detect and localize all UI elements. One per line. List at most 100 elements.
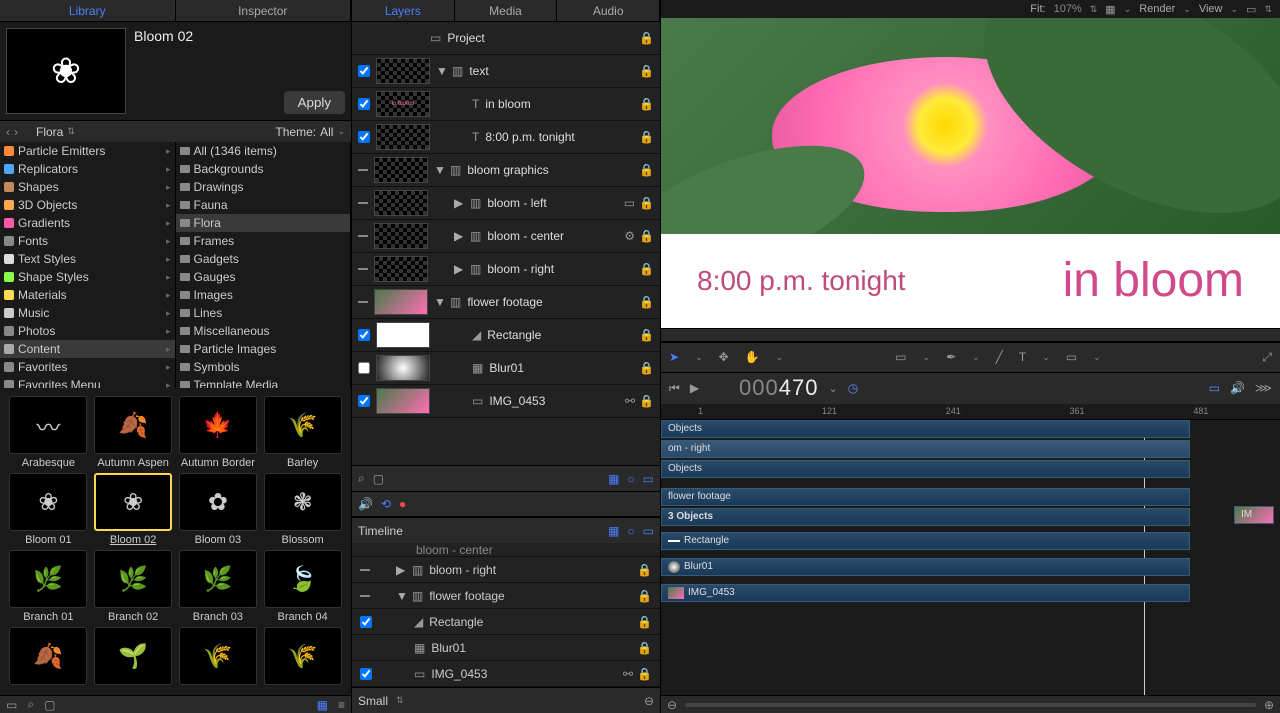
subcategory-item[interactable]: Gadgets <box>176 250 351 268</box>
tab-library[interactable]: Library <box>0 0 176 21</box>
category-item[interactable]: Content▸ <box>0 340 175 358</box>
subcategory-item[interactable]: Backgrounds <box>176 160 351 178</box>
library-thumb[interactable]: ✿Bloom 03 <box>178 473 259 546</box>
marker-icon[interactable]: ▭ <box>1209 381 1220 395</box>
library-thumb[interactable]: ❀Bloom 01 <box>8 473 89 546</box>
library-thumb[interactable]: 🍂Autumn Aspen <box>93 396 174 469</box>
timeline-clip[interactable]: om - right <box>661 440 1190 458</box>
category-item[interactable]: Shapes▸ <box>0 178 175 196</box>
lock-icon[interactable]: 🔒 <box>639 163 654 177</box>
lock-icon[interactable]: 🔒 <box>639 31 654 45</box>
layer-visible-checkbox[interactable] <box>358 98 370 110</box>
category-item[interactable]: Gradients▸ <box>0 214 175 232</box>
category-item[interactable]: Photos▸ <box>0 322 175 340</box>
layer-row[interactable]: ◢Rectangle🔒 <box>352 319 660 352</box>
chevron-down-icon[interactable]: ⌄ <box>1231 4 1239 15</box>
lock-icon[interactable]: 🔒 <box>639 328 654 342</box>
category-item[interactable]: Music▸ <box>0 304 175 322</box>
play-icon[interactable]: ▶ <box>690 381 699 395</box>
timeline-clip[interactable]: IM <box>1234 506 1274 524</box>
layer-mixed-indicator[interactable] <box>358 169 368 171</box>
render-menu[interactable]: Render <box>1139 3 1175 15</box>
lock-icon[interactable]: 🔒 <box>639 196 654 210</box>
audio-icon[interactable]: 🔊 <box>358 497 373 511</box>
search-icon[interactable]: ⌕ <box>27 697 34 712</box>
theme-value[interactable]: All <box>320 125 333 139</box>
subcategory-item[interactable]: Flora <box>176 214 351 232</box>
breadcrumb-path[interactable]: Flora <box>36 125 63 139</box>
folder-icon[interactable]: ▭ <box>6 698 17 712</box>
library-thumb[interactable]: 〰Arabesque <box>8 396 89 469</box>
timeline-row[interactable]: ▶▥bloom - right🔒 <box>352 557 660 583</box>
lock-icon[interactable]: 🔒 <box>639 97 654 111</box>
layer-mixed-indicator[interactable] <box>358 268 368 270</box>
timeline-clip[interactable]: flower footage <box>661 488 1190 506</box>
subcategory-item[interactable]: All (1346 items) <box>176 142 351 160</box>
apply-button[interactable]: Apply <box>284 91 345 114</box>
size-label[interactable]: Small <box>358 694 388 708</box>
zoom-out-icon[interactable]: ⊖ <box>667 698 677 712</box>
subcategory-item[interactable]: Miscellaneous <box>176 322 351 340</box>
category-item[interactable]: Fonts▸ <box>0 232 175 250</box>
library-thumb[interactable]: 🍃Branch 04 <box>262 550 343 623</box>
timeline-row[interactable]: ▦Blur01🔒 <box>352 635 660 661</box>
tab-audio[interactable]: Audio <box>557 0 660 21</box>
loop-icon[interactable]: ⟲ <box>381 497 391 511</box>
transform-tool-icon[interactable]: ✥ <box>719 350 729 364</box>
layer-row[interactable]: ▶▥bloom - right🔒 <box>352 253 660 286</box>
disclosure-triangle-icon[interactable]: ▼ <box>434 295 444 309</box>
layer-mixed-indicator[interactable] <box>358 202 368 204</box>
audio-icon[interactable]: 🔊 <box>1230 381 1245 395</box>
layer-visible-checkbox[interactable] <box>358 395 370 407</box>
timecode-display[interactable]: 000470 <box>739 375 818 401</box>
category-item[interactable]: Shape Styles▸ <box>0 268 175 286</box>
color-channel-icon[interactable]: ▦ <box>1105 3 1115 16</box>
layer-visible-checkbox[interactable] <box>358 131 370 143</box>
timeline-clip[interactable]: Blur01 <box>661 558 1190 576</box>
chevron-down-icon[interactable]: ⌄ <box>1124 4 1132 15</box>
timeline-clip[interactable]: 3 Objects <box>661 508 1190 526</box>
chevron-down-icon[interactable]: ⌄ <box>1183 4 1191 15</box>
category-item[interactable]: Particle Emitters▸ <box>0 142 175 160</box>
grid-view-icon[interactable]: ▦ <box>317 698 328 712</box>
layer-row[interactable]: ▦Blur01🔒 <box>352 352 660 385</box>
go-start-icon[interactable]: ⏮ <box>669 381 680 396</box>
skip-icon[interactable]: ⋙ <box>1255 381 1272 395</box>
mask-tool-icon[interactable]: ▦ <box>608 524 619 538</box>
library-thumb[interactable]: 🌾 <box>262 627 343 688</box>
disclosure-triangle-icon[interactable]: ▶ <box>454 229 464 243</box>
zoom-in-icon[interactable]: ⊕ <box>1264 698 1274 712</box>
library-thumb[interactable]: 🌱 <box>93 627 174 688</box>
chevron-down-icon[interactable]: ⌄ <box>828 382 837 395</box>
text-tool-icon[interactable]: T <box>1019 350 1026 364</box>
layer-row[interactable]: T8:00 p.m. tonight🔒 <box>352 121 660 154</box>
lock-icon[interactable]: 🔒 <box>639 361 654 375</box>
subcategory-item[interactable]: Particle Images <box>176 340 351 358</box>
tab-inspector[interactable]: Inspector <box>176 0 352 21</box>
timeline-row[interactable]: bloom - center <box>352 543 660 557</box>
chevron-updown-icon[interactable]: ⇅ <box>396 695 404 706</box>
subcategory-item[interactable]: Symbols <box>176 358 351 376</box>
circle-tool-icon[interactable]: ○ <box>627 524 634 538</box>
shape-tool-icon[interactable]: ▭ <box>1066 350 1077 364</box>
disclosure-triangle-icon[interactable]: ▶ <box>454 196 464 210</box>
expand-icon[interactable]: ⤢ <box>1262 350 1272 365</box>
layer-row[interactable]: ▼▥bloom graphics🔒 <box>352 154 660 187</box>
library-thumb[interactable]: ❃Blossom <box>262 473 343 546</box>
layer-mixed-indicator[interactable] <box>358 235 368 237</box>
zoom-out-icon[interactable]: ⊖ <box>644 694 654 708</box>
fit-value[interactable]: 107% <box>1054 3 1082 15</box>
pen-tool-icon[interactable]: ✒ <box>946 350 956 364</box>
disclosure-triangle-icon[interactable]: ▼ <box>434 163 444 177</box>
layer-row[interactable]: ▭IMG_0453⚯🔒 <box>352 385 660 418</box>
pointer-tool-icon[interactable]: ➤ <box>669 350 679 364</box>
layer-row[interactable]: ▶▥bloom - left▭🔒 <box>352 187 660 220</box>
category-item[interactable]: Favorites▸ <box>0 358 175 376</box>
subcategory-item[interactable]: Fauna <box>176 196 351 214</box>
library-thumb[interactable]: ❀Bloom 02 <box>93 473 174 546</box>
gear-icon[interactable]: ⚙ <box>624 229 635 243</box>
timeline-row[interactable]: ◢Rectangle🔒 <box>352 609 660 635</box>
subcategory-item[interactable]: Images <box>176 286 351 304</box>
category-item[interactable]: Replicators▸ <box>0 160 175 178</box>
nav-forward-icon[interactable]: › <box>14 125 18 139</box>
